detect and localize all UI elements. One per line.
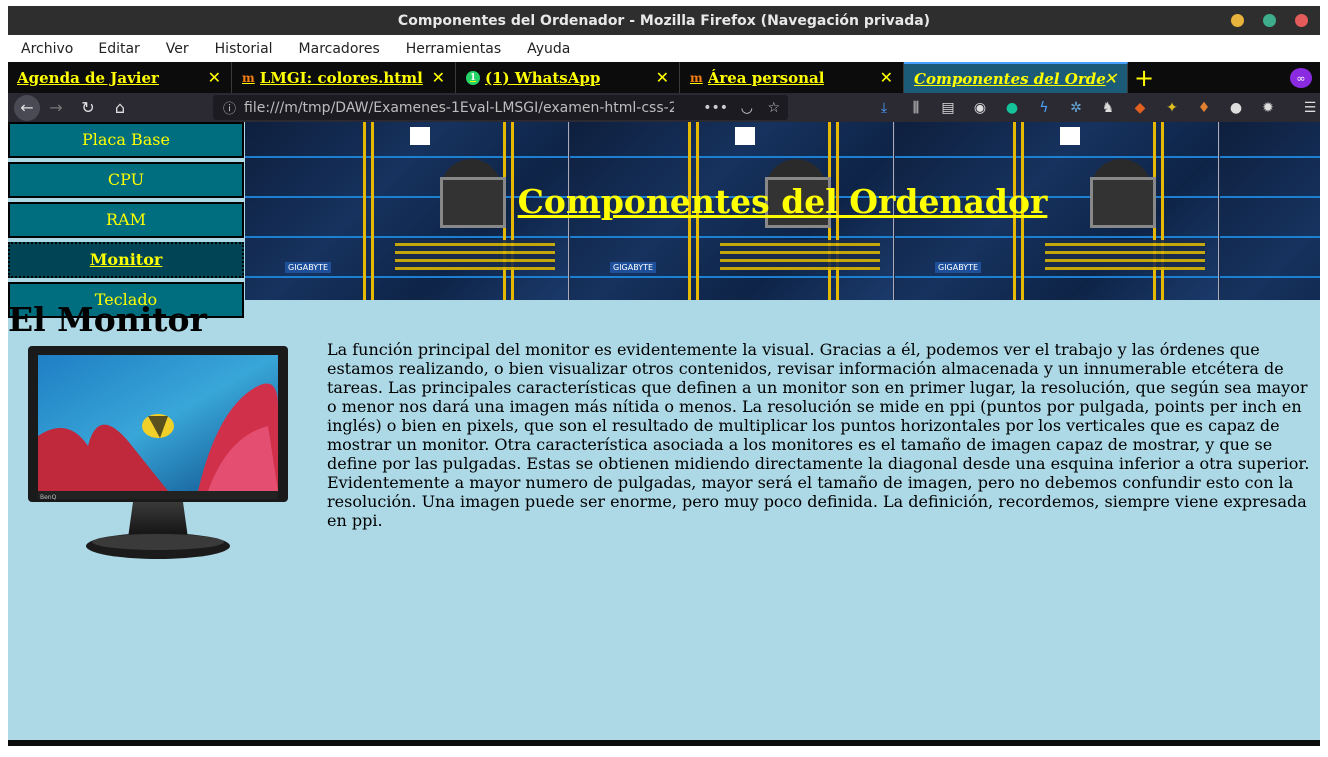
tab-label: Agenda de Javier xyxy=(17,68,159,87)
monitor-image: BenQ xyxy=(28,346,288,568)
url-text: file:///m/tmp/DAW/Examenes-1Eval-LMSGI/e… xyxy=(244,99,675,116)
pocket-icon[interactable]: ◡ xyxy=(741,100,753,116)
close-tab-icon[interactable]: ✕ xyxy=(208,68,221,87)
hamburger-menu-icon[interactable]: ☰ xyxy=(1294,100,1326,116)
menu-historial[interactable]: Historial xyxy=(215,41,273,57)
monitor-description: La función principal del monitor es evid… xyxy=(327,340,1310,530)
close-tab-icon[interactable]: ✕ xyxy=(432,68,445,87)
minimize-button[interactable] xyxy=(1231,14,1244,27)
private-browsing-icon: ∞ xyxy=(1290,68,1312,88)
menu-bar: Archivo Editar Ver Historial Marcadores … xyxy=(8,35,1320,62)
menu-ayuda[interactable]: Ayuda xyxy=(527,41,570,57)
tab-componentes[interactable]: Componentes del Orde ✕ xyxy=(904,62,1128,93)
forward-button[interactable]: → xyxy=(40,98,72,117)
url-bar[interactable]: ⓘ file:///m/tmp/DAW/Examenes-1Eval-LMSGI… xyxy=(213,95,788,120)
close-tab-icon[interactable]: ✕ xyxy=(656,68,669,87)
window-title: Componentes del Ordenador - Mozilla Fire… xyxy=(397,12,931,29)
extension-gear-icon[interactable]: ✹ xyxy=(1252,100,1284,116)
home-button[interactable]: ⌂ xyxy=(104,98,136,117)
tab-label: LMGI: colores.html xyxy=(259,68,423,87)
nav-ram[interactable]: RAM xyxy=(8,202,244,238)
gnome-icon[interactable]: ♞ xyxy=(1092,100,1124,116)
page-bottom-border xyxy=(8,740,1320,746)
maximize-button[interactable] xyxy=(1263,14,1276,27)
extension-ball-icon[interactable]: ● xyxy=(1220,100,1252,116)
bookmark-star-icon[interactable]: ☆ xyxy=(767,100,780,116)
extension-flash-icon[interactable]: ϟ xyxy=(1028,100,1060,116)
close-tab-icon[interactable]: ✕ xyxy=(1104,69,1117,88)
svg-text:BenQ: BenQ xyxy=(40,494,57,501)
close-tab-icon[interactable]: ✕ xyxy=(880,68,893,87)
component-nav: Placa Base CPU RAM Monitor Teclado xyxy=(8,122,244,322)
account-icon[interactable]: ◉ xyxy=(964,100,996,116)
web-page: Placa Base CPU RAM Monitor Teclado GIGAB… xyxy=(8,122,1320,740)
sidebar-icon[interactable]: ▤ xyxy=(932,100,964,116)
extension-fox-icon[interactable]: ◆ xyxy=(1124,100,1156,116)
library-icon[interactable]: ⫼ xyxy=(900,100,932,116)
info-icon[interactable]: ⓘ xyxy=(223,98,236,117)
navigation-toolbar: ← → ↻ ⌂ ⓘ file:///m/tmp/DAW/Examenes-1Ev… xyxy=(8,93,1320,122)
window-titlebar: Componentes del Ordenador - Mozilla Fire… xyxy=(8,6,1320,35)
new-tab-button[interactable]: + xyxy=(1128,62,1160,93)
grammarly-icon[interactable]: ● xyxy=(996,100,1028,116)
nav-placa-base[interactable]: Placa Base xyxy=(8,122,244,158)
moodle-icon: m xyxy=(242,70,255,85)
menu-herramientas[interactable]: Herramientas xyxy=(406,41,501,57)
tab-agenda[interactable]: Agenda de Javier ✕ xyxy=(8,62,232,93)
page-actions-icon[interactable]: ••• xyxy=(703,100,728,116)
menu-ver[interactable]: Ver xyxy=(166,41,189,57)
menu-archivo[interactable]: Archivo xyxy=(21,41,73,57)
download-icon[interactable]: ⤓ xyxy=(868,100,900,116)
page-heading: El Monitor xyxy=(8,300,207,339)
tab-strip: Agenda de Javier ✕ m LMGI: colores.html … xyxy=(8,62,1320,93)
nav-cpu[interactable]: CPU xyxy=(8,162,244,198)
extension-puzzle-icon[interactable]: ✦ xyxy=(1156,100,1188,116)
back-button[interactable]: ← xyxy=(14,94,40,121)
tab-label: Área personal xyxy=(707,68,825,87)
tab-lmgi-colores[interactable]: m LMGI: colores.html ✕ xyxy=(232,62,456,93)
site-title[interactable]: Componentes del Ordenador xyxy=(245,182,1320,221)
nav-monitor[interactable]: Monitor xyxy=(8,242,244,278)
menu-editar[interactable]: Editar xyxy=(98,41,139,57)
menu-marcadores[interactable]: Marcadores xyxy=(299,41,380,57)
toolbar-icons: ⤓ ⫼ ▤ ◉ ● ϟ ✲ ♞ ◆ ✦ ♦ ● ✹ ☰ xyxy=(868,93,1326,122)
tab-label: Componentes del Orde xyxy=(914,69,1106,88)
tab-area-personal[interactable]: m Área personal ✕ xyxy=(680,62,904,93)
whatsapp-icon: 1 xyxy=(466,70,480,85)
close-window-button[interactable] xyxy=(1295,14,1308,27)
extension-pin-icon[interactable]: ♦ xyxy=(1188,100,1220,116)
reload-button[interactable]: ↻ xyxy=(72,98,104,117)
moodle-icon: m xyxy=(690,70,703,85)
tab-whatsapp[interactable]: 1 (1) WhatsApp ✕ xyxy=(456,62,680,93)
tab-label: (1) WhatsApp xyxy=(485,68,601,87)
settings-gear-icon[interactable]: ✲ xyxy=(1060,100,1092,116)
header-banner: GIGABYTE GIGABYTE GIGABYTE Componentes d… xyxy=(245,122,1320,300)
